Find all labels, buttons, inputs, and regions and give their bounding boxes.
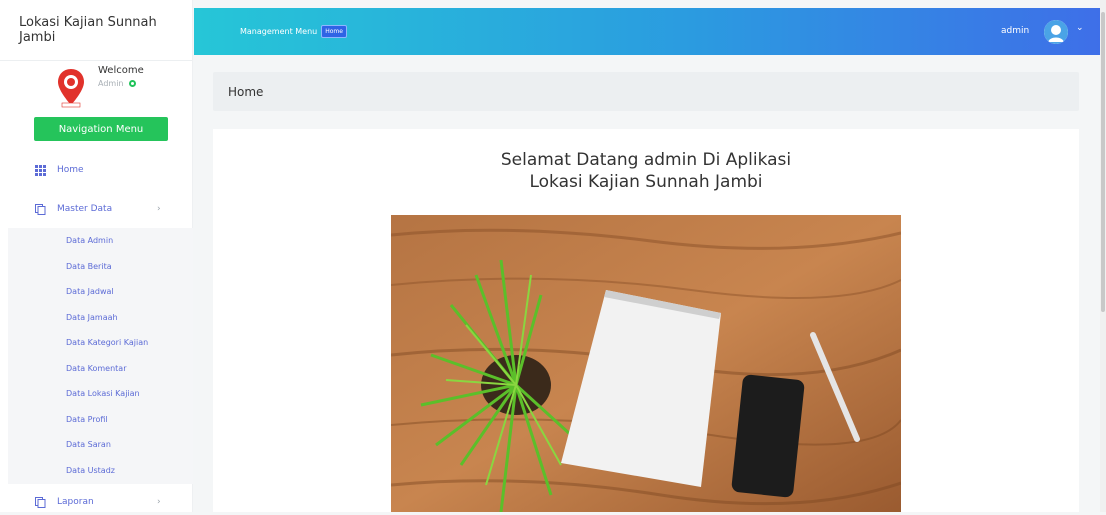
submenu-item-data-jamaah[interactable]: Data Jamaah: [66, 313, 118, 322]
breadcrumb: Home: [213, 72, 1079, 111]
main-content: Selamat Datang admin Di Aplikasi Lokasi …: [213, 129, 1079, 512]
welcome-image: [391, 215, 901, 512]
master-data-submenu: Data Admin Data Berita Data Jadwal Data …: [8, 228, 193, 484]
management-menu[interactable]: Management Menu Home: [240, 25, 347, 38]
grid-icon: [35, 164, 46, 176]
welcome-text: Welcome: [98, 65, 144, 76]
online-status-icon: [128, 80, 136, 87]
role-text: Admin: [98, 79, 124, 88]
scrollbar-thumb[interactable]: [1101, 12, 1105, 312]
top-header: Management Menu Home admin ⌄: [194, 8, 1100, 55]
submenu-item-data-jadwal[interactable]: Data Jadwal: [66, 287, 114, 296]
user-panel: Welcome Admin: [0, 61, 192, 119]
role-status: Admin: [98, 79, 136, 88]
navigation-menu-button[interactable]: Navigation Menu: [34, 117, 168, 141]
user-name[interactable]: admin: [1001, 26, 1029, 36]
chevron-right-icon: ›: [157, 497, 161, 507]
title-line-1: Selamat Datang admin Di Aplikasi: [500, 150, 792, 170]
brand-title[interactable]: Lokasi Kajian Sunnah Jambi: [0, 0, 192, 61]
submenu-item-data-admin[interactable]: Data Admin: [66, 236, 113, 245]
chevron-down-icon[interactable]: ⌄: [1076, 23, 1084, 33]
page-title: Selamat Datang admin Di Aplikasi Lokasi …: [213, 149, 1079, 193]
sidebar: Lokasi Kajian Sunnah Jambi Welcome Admin…: [0, 0, 193, 512]
page-scrollbar[interactable]: [1100, 0, 1106, 512]
sidebar-item-label: Laporan: [57, 497, 94, 507]
submenu-item-data-kategori-kajian[interactable]: Data Kategori Kajian: [66, 338, 148, 347]
submenu-item-data-berita[interactable]: Data Berita: [66, 262, 112, 271]
submenu-item-data-profil[interactable]: Data Profil: [66, 415, 108, 424]
sidebar-item-home[interactable]: Home: [0, 157, 193, 183]
title-line-2: Lokasi Kajian Sunnah Jambi: [529, 172, 763, 192]
sidebar-item-laporan[interactable]: Laporan ›: [0, 489, 193, 515]
submenu-item-data-saran[interactable]: Data Saran: [66, 440, 111, 449]
copy-icon: [35, 496, 46, 508]
sidebar-item-master-data[interactable]: Master Data ›: [0, 196, 193, 222]
submenu-item-data-ustadz[interactable]: Data Ustadz: [66, 466, 115, 475]
sidebar-item-label: Master Data: [57, 204, 113, 214]
user-avatar-icon[interactable]: [1044, 20, 1068, 44]
management-menu-label: Management Menu: [240, 27, 318, 36]
sidebar-item-label: Home: [57, 165, 84, 175]
submenu-item-data-lokasi-kajian[interactable]: Data Lokasi Kajian: [66, 389, 140, 398]
home-badge: Home: [321, 25, 347, 38]
submenu-item-data-komentar[interactable]: Data Komentar: [66, 364, 127, 373]
chevron-right-icon: ›: [157, 204, 161, 214]
logo-pin-icon: [58, 69, 84, 108]
copy-icon: [35, 203, 46, 215]
